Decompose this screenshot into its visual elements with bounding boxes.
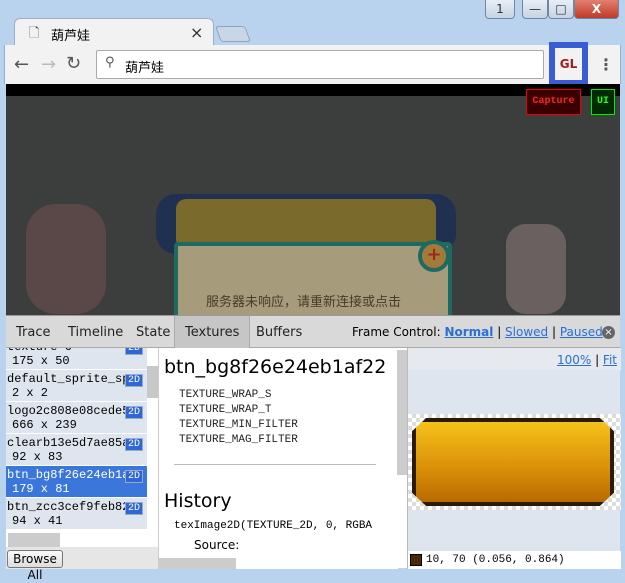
texture-list-item[interactable]: logo2c808e08cede5 666 x 239 2D [6,402,147,434]
tab-timeline[interactable]: Timeline [58,316,133,348]
character-left [26,204,106,314]
tab-state[interactable]: State [126,316,180,348]
texture-list: texture 6175 x 502Ddefault_sprite_sp2 x … [6,348,158,533]
frame-control-label: Frame Control: [352,325,441,339]
source-label: Source: [194,538,240,552]
zoom-100-link[interactable]: 100% [557,353,591,367]
texture-type-badge: 2D [124,348,143,355]
close-inspector-icon[interactable]: × [602,326,615,339]
address-bar[interactable]: ⚲ 葫芦娃 [96,50,544,79]
back-icon[interactable]: ← [14,54,29,75]
tab-close-icon[interactable]: × [190,23,203,42]
ui-button[interactable]: UI [591,89,615,115]
detail-hscrollbar[interactable] [159,558,236,569]
texture-type-badge: 2D [124,406,143,419]
texture-image[interactable] [408,414,621,510]
history-call: texImage2D(TEXTURE_2D, 0, RGBA [174,520,373,532]
menu-icon[interactable]: ⋮ [598,55,614,74]
zoom-fit-link[interactable]: Fit [603,353,617,367]
pixel-color-swatch [410,554,422,566]
page-icon: 🗋 [29,26,40,41]
reload-icon[interactable]: ↻ [66,53,81,74]
gl-extension-button[interactable]: GL [549,42,588,86]
texture-param: TEXTURE_WRAP_S [179,389,272,401]
texture-type-badge: 2D [124,438,143,451]
texture-size: 2 x 2 [12,386,49,400]
divider [174,464,376,465]
texture-list-scrollbar[interactable] [147,366,158,398]
texture-size: 94 x 41 [12,514,63,528]
texture-param: TEXTURE_MIN_FILTER [179,419,298,431]
texture-list-item[interactable]: clearb13e5d7ae85a 92 x 83 2D [6,434,147,466]
inspector-tabs: Trace Timeline State Textures Buffers Fr… [6,316,620,348]
frame-slowed-link[interactable]: Slowed [505,325,548,339]
tab-textures[interactable]: Textures [174,316,251,348]
texture-list-item[interactable]: btn_zcc3cef9feb82 94 x 41 2D [6,498,147,530]
minimize-button[interactable]: — [522,0,548,19]
frame-control: Frame Control: Normal | Slowed | Paused [352,325,603,339]
search-icon: ⚲ [105,55,115,70]
texture-param: TEXTURE_WRAP_T [179,404,272,416]
frame-paused-link[interactable]: Paused [560,325,603,339]
dialog-message: 服务器未响应，请重新连接或点击 [206,295,402,310]
texture-size: 175 x 50 [12,354,70,368]
frame-normal-link[interactable]: Normal [444,325,493,339]
texture-title: btn_bg8f26e24eb1af22 [164,356,387,378]
new-tab-button[interactable] [215,26,251,42]
profile-button[interactable]: 1 [485,0,515,19]
tab-buffers[interactable]: Buffers [246,316,312,348]
texture-type-badge: 2D [124,502,143,515]
texture-type-badge: 2D [124,470,143,483]
webgl-inspector-panel: Trace Timeline State Textures Buffers Fr… [6,315,621,582]
texture-list-item[interactable]: btn_bg8f26e24eb1a 179 x 81 2D [6,466,147,498]
pixel-readout: 10, 70 (0.056, 0.864) [426,554,565,566]
maximize-button[interactable]: □ [548,0,574,19]
texture-detail: btn_bg8f26e24eb1af22 TEXTURE_WRAP_S TEXTU… [158,348,398,569]
zoom-controls: 100% | Fit [408,348,621,370]
dialog-close-icon[interactable]: + [418,240,450,272]
browse-all-button[interactable]: Browse All [7,550,63,582]
forward-icon[interactable]: → [41,54,56,75]
texture-preview: 100% | Fit 10, 70 (0.056, 0.864) [407,348,621,569]
texture-list-item[interactable]: texture 6175 x 502D [6,348,147,370]
game-canvas[interactable]: 服务器未响应，请重新连接或点击 + Capture UI [6,84,620,315]
browser-tab[interactable]: 🗋 葫芦娃 × [14,18,214,46]
texture-list-hscrollbar[interactable] [8,533,60,547]
texture-type-badge: 2D [124,374,143,387]
history-heading: History [164,490,232,512]
error-dialog: 服务器未响应，请重新连接或点击 [174,242,452,315]
capture-button[interactable]: Capture [526,89,581,115]
detail-scrollbar[interactable] [397,350,407,475]
character-right [506,224,566,314]
address-text: 葫芦娃 [125,61,165,76]
texture-param: TEXTURE_MAG_FILTER [179,434,298,446]
tab-trace[interactable]: Trace [6,316,61,348]
tab-title: 葫芦娃 [51,29,91,44]
texture-size: 92 x 83 [12,450,63,464]
button-texture [412,418,614,506]
texture-size: 179 x 81 [12,482,70,496]
close-window-button[interactable]: X [574,0,619,19]
texture-list-item[interactable]: default_sprite_sp 2 x 2 2D [6,370,147,402]
texture-size: 666 x 239 [12,418,77,432]
